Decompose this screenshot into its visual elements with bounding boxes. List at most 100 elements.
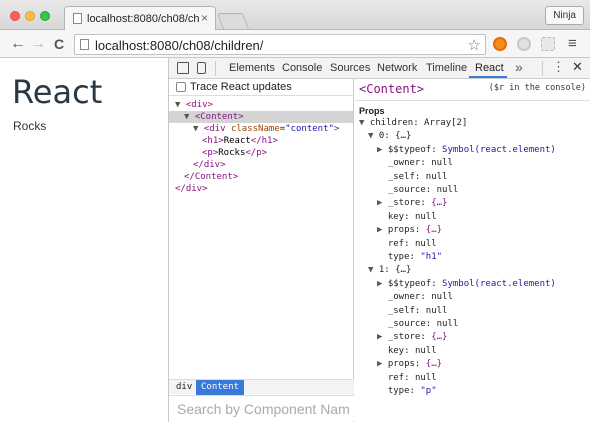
extension-icon[interactable] bbox=[541, 37, 555, 51]
divider bbox=[542, 61, 543, 76]
prop-row[interactable]: ▶ _store: {…} bbox=[377, 331, 447, 344]
prop-row: ref: null bbox=[377, 372, 437, 385]
extension-icon[interactable] bbox=[517, 37, 531, 51]
prop-row: _self: null bbox=[377, 171, 448, 184]
reload-icon[interactable]: C bbox=[50, 35, 68, 53]
minimize-window-button[interactable] bbox=[25, 11, 35, 21]
breadcrumb-item-content[interactable]: Content bbox=[196, 380, 244, 395]
page-info-icon[interactable] bbox=[80, 39, 89, 50]
tree-node[interactable]: <p>Rocks</p> bbox=[202, 147, 267, 159]
prop-row[interactable]: ▶ _store: {…} bbox=[377, 197, 447, 210]
breadcrumb: div Content bbox=[169, 379, 354, 395]
close-devtools-icon[interactable]: ✕ bbox=[572, 59, 583, 75]
prop-value: {…} bbox=[425, 225, 443, 236]
tab-close-icon[interactable]: × bbox=[201, 11, 208, 25]
tree-node[interactable]: ▼ <div> bbox=[175, 99, 213, 111]
tree-tag-close: </h1> bbox=[250, 136, 278, 146]
back-arrow-icon[interactable]: ← bbox=[9, 35, 27, 53]
prop-row[interactable]: ▶ $$typeof: Symbol(react.element) bbox=[377, 144, 556, 157]
expand-arrow-icon[interactable]: ▶ bbox=[377, 225, 388, 235]
browser-tab[interactable]: localhost:8080/ch08/children × bbox=[64, 6, 216, 31]
tab-console[interactable]: Console bbox=[282, 62, 322, 74]
device-mode-icon[interactable] bbox=[197, 62, 206, 74]
address-bar[interactable]: localhost:8080/ch08/children/ ☆ bbox=[74, 34, 486, 55]
expand-arrow-icon[interactable]: ▶ bbox=[377, 359, 388, 369]
title-bar: localhost:8080/ch08/children × Ninja bbox=[0, 0, 590, 31]
prop-row[interactable]: ▼ 1: {…} bbox=[368, 264, 411, 277]
trace-updates-checkbox[interactable] bbox=[176, 82, 186, 92]
prop-row[interactable]: ▶ $$typeof: Symbol(react.element) bbox=[377, 278, 556, 291]
tree-node[interactable]: ▼ <Content> bbox=[169, 111, 353, 123]
expand-arrow-icon[interactable]: ▶ bbox=[377, 332, 388, 342]
prop-value: null bbox=[425, 305, 448, 316]
prop-key: props: bbox=[387, 225, 421, 236]
page-text: Rocks bbox=[13, 119, 47, 133]
expand-arrow-icon[interactable]: ▶ bbox=[377, 198, 388, 208]
prop-key: ref: bbox=[387, 372, 410, 383]
expand-arrow-icon[interactable]: ▶ bbox=[377, 145, 388, 155]
prop-row[interactable]: ▶ props: {…} bbox=[377, 358, 442, 371]
selected-component-header: <Content> ($r in the console) bbox=[355, 79, 590, 101]
expand-arrow-icon[interactable]: ▶ bbox=[377, 279, 388, 289]
menu-icon[interactable]: ≡ bbox=[568, 35, 577, 52]
expand-arrow-icon[interactable]: ▼ bbox=[193, 124, 204, 134]
prop-value: "h1" bbox=[420, 252, 443, 262]
page-heading: React bbox=[12, 73, 103, 111]
prop-value: null bbox=[425, 171, 448, 182]
expand-arrow-icon[interactable]: ▼ bbox=[368, 131, 379, 141]
new-tab-button[interactable] bbox=[217, 13, 249, 29]
trace-updates-row[interactable]: Trace React updates bbox=[169, 79, 354, 96]
expand-arrow-icon[interactable]: ▼ bbox=[175, 100, 186, 110]
prop-key: key: bbox=[387, 345, 410, 356]
tab-elements[interactable]: Elements bbox=[229, 62, 275, 74]
prop-value: {…} bbox=[425, 359, 443, 370]
tree-node[interactable]: ▼ <div className="content"> bbox=[193, 123, 339, 135]
prop-row: _self: null bbox=[377, 305, 448, 318]
page-icon bbox=[73, 13, 82, 24]
prop-value: null bbox=[431, 158, 453, 169]
prop-row: key: null bbox=[377, 211, 437, 224]
expand-arrow-icon[interactable]: ▼ bbox=[359, 118, 370, 128]
forward-arrow-icon[interactable]: → bbox=[29, 35, 47, 53]
inspect-icon[interactable] bbox=[177, 62, 189, 74]
prop-key: 1: bbox=[378, 265, 390, 276]
prop-value: null bbox=[436, 185, 459, 195]
prop-value: {…} bbox=[395, 131, 412, 142]
tab-sources[interactable]: Sources bbox=[330, 62, 370, 74]
prop-key: $$typeof: bbox=[387, 278, 437, 289]
component-search-input[interactable]: Search by Component Name bbox=[169, 395, 354, 421]
tree-text: React bbox=[223, 136, 251, 146]
tree-tag: <h1> bbox=[202, 136, 224, 146]
prop-row[interactable]: ▶ props: {…} bbox=[377, 224, 442, 237]
component-tree-pane: Trace React updates ▼ <div> ▼ <Content> ▼ … bbox=[169, 79, 354, 422]
prop-value: Symbol(react.element) bbox=[442, 278, 556, 289]
maximize-window-button[interactable] bbox=[40, 11, 50, 21]
breadcrumb-item-div[interactable]: div bbox=[171, 380, 197, 395]
tree-node[interactable]: </div> bbox=[193, 159, 226, 171]
extension-icon[interactable] bbox=[493, 37, 507, 51]
tab-network[interactable]: Network bbox=[377, 62, 417, 74]
devtools-menu-icon[interactable]: ⋮ bbox=[552, 59, 565, 75]
tree-node[interactable]: <h1>React</h1> bbox=[202, 135, 278, 147]
props-pane: <Content> ($r in the console) Props ▼ ch… bbox=[355, 79, 590, 422]
more-tabs-icon[interactable]: » bbox=[515, 59, 523, 75]
tree-tag: <Content> bbox=[194, 112, 244, 122]
bookmark-star-icon[interactable]: ☆ bbox=[468, 36, 481, 54]
expand-arrow-icon[interactable]: ▼ bbox=[184, 112, 195, 122]
tab-react[interactable]: React bbox=[475, 62, 504, 74]
tree-tag: <div bbox=[203, 124, 226, 134]
prop-key: key: bbox=[387, 211, 410, 222]
prop-row[interactable]: ▼ children: Array[2] bbox=[359, 117, 467, 130]
prop-key: type: bbox=[387, 386, 415, 396]
prop-row: _source: null bbox=[377, 318, 458, 331]
prop-row[interactable]: ▼ 0: {…} bbox=[368, 130, 411, 143]
tree-node[interactable]: </div> bbox=[175, 183, 208, 195]
tree-tag-close: > bbox=[333, 124, 340, 134]
expand-arrow-icon[interactable]: ▼ bbox=[368, 265, 379, 275]
profile-button[interactable]: Ninja bbox=[545, 6, 584, 25]
tree-tag: <p> bbox=[202, 148, 219, 158]
close-window-button[interactable] bbox=[10, 11, 20, 21]
prop-key: _self: bbox=[387, 305, 421, 316]
tab-timeline[interactable]: Timeline bbox=[426, 62, 467, 74]
tree-node[interactable]: </Content> bbox=[184, 171, 238, 183]
